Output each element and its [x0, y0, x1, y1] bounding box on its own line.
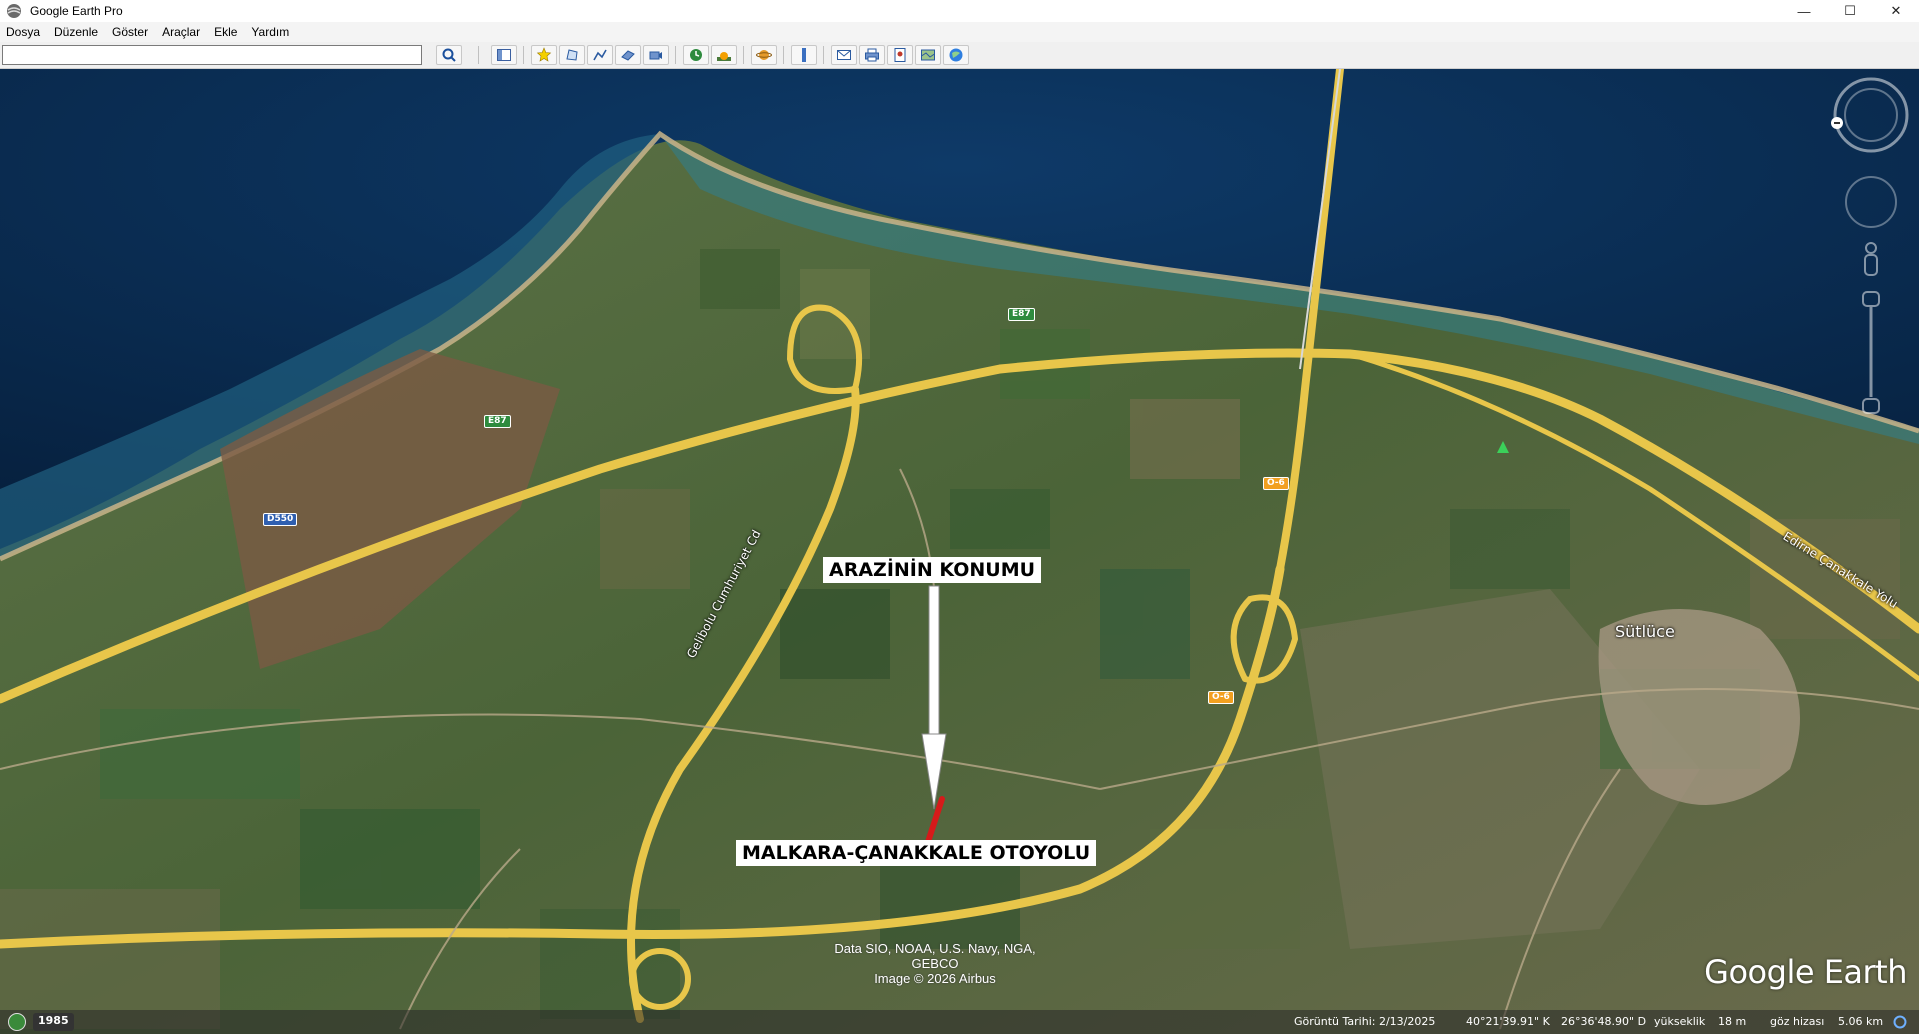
add-image-overlay-button[interactable]	[615, 45, 641, 65]
eye-altitude-label: göz hizası	[1770, 1015, 1825, 1028]
window-title: Google Earth Pro	[30, 4, 123, 18]
latitude-readout: 40°21'39.91" K	[1466, 1015, 1550, 1028]
menu-ekle[interactable]: Ekle	[214, 25, 237, 39]
eye-altitude-value: 5.06 km	[1838, 1015, 1884, 1028]
menu-araclar[interactable]: Araçlar	[162, 25, 200, 39]
navigation-controls[interactable]	[1829, 77, 1913, 422]
save-image-button[interactable]	[887, 45, 913, 65]
sidebar-toggle-button[interactable]	[491, 45, 517, 65]
sidebar-toggle-icon	[497, 49, 511, 61]
north-reset-icon[interactable]	[1831, 117, 1843, 129]
add-placemark-button[interactable]	[531, 45, 557, 65]
google-earth-web-icon	[949, 48, 963, 62]
imagery-date: Görüntü Tarihi: 2/13/2025	[1294, 1015, 1436, 1028]
historical-imagery-icon	[690, 49, 702, 61]
print-button[interactable]	[859, 45, 885, 65]
look-joystick[interactable]	[1833, 77, 1909, 153]
highway-label: MALKARA-ÇANAKKALE OTOYOLU	[736, 840, 1097, 866]
imagery-credits: Data SIO, NOAA, U.S. Navy, NGA, GEBCO Im…	[820, 941, 1050, 986]
email-icon	[837, 50, 851, 60]
elevation-label: yükseklik	[1654, 1015, 1706, 1028]
path-icon	[593, 49, 607, 61]
google-earth-logo: Google Earth	[1704, 953, 1907, 991]
ruler-button[interactable]	[791, 45, 817, 65]
close-button[interactable]: ✕	[1873, 0, 1919, 22]
menu-dosya[interactable]: Dosya	[6, 25, 40, 39]
map-view[interactable]: ARAZİNİN KONUMU MALKARA-ÇANAKKALE OTOYOL…	[0, 69, 1919, 1034]
email-button[interactable]	[831, 45, 857, 65]
town-label[interactable]: Sütlüce	[1615, 622, 1675, 641]
ruler-icon	[802, 48, 806, 62]
planets-icon	[756, 50, 772, 60]
print-icon	[865, 48, 879, 62]
record-tour-button[interactable]	[643, 45, 669, 65]
google-earth-app-icon	[7, 4, 21, 18]
historical-imagery-button[interactable]	[683, 45, 709, 65]
search-button[interactable]	[436, 45, 462, 65]
elevation-value: 18 m	[1718, 1015, 1747, 1028]
search-icon	[442, 48, 456, 62]
zoom-slider[interactable]	[1862, 291, 1880, 414]
satellite-imagery	[0, 69, 1919, 1034]
planets-button[interactable]	[751, 45, 777, 65]
add-polygon-button[interactable]	[559, 45, 585, 65]
road-shield-e87: E87	[484, 415, 511, 428]
toolbar	[0, 42, 1919, 69]
menu-yardim[interactable]: Yardım	[251, 25, 289, 39]
menu-duzenle[interactable]: Düzenle	[54, 25, 98, 39]
street-view-pegman-icon[interactable]	[1864, 242, 1878, 276]
credit-line: Image © 2026 Airbus	[874, 971, 996, 986]
maximize-button[interactable]: ☐	[1827, 0, 1873, 22]
status-bar: 1985 Görüntü Tarihi: 2/13/2025 40°21'39.…	[0, 1010, 1919, 1034]
sunlight-icon	[717, 52, 731, 61]
minimize-button[interactable]: —	[1781, 0, 1827, 22]
menu-goster[interactable]: Göster	[112, 25, 148, 39]
move-joystick[interactable]	[1845, 176, 1897, 228]
save-image-icon	[894, 48, 906, 62]
road-shield-d550: D550	[263, 513, 298, 526]
search-input[interactable]	[2, 45, 422, 65]
longitude-readout: 26°36'48.90" D	[1561, 1015, 1647, 1028]
title-bar: Google Earth Pro — ☐ ✕	[0, 0, 1919, 22]
imagery-year-badge[interactable]: 1985	[33, 1013, 74, 1031]
parcel-location-label: ARAZİNİN KONUMU	[823, 557, 1042, 583]
add-path-button[interactable]	[587, 45, 613, 65]
record-tour-icon	[649, 51, 662, 60]
historical-imagery-toggle[interactable]	[8, 1013, 26, 1031]
placemark-icon	[536, 47, 552, 62]
road-shield-o6: O-6	[1208, 691, 1234, 704]
credit-line: Data SIO, NOAA, U.S. Navy, NGA, GEBCO	[834, 941, 1036, 971]
polygon-icon	[566, 49, 578, 61]
view-in-maps-button[interactable]	[915, 45, 941, 65]
map-icon	[921, 49, 935, 61]
image-overlay-icon	[621, 50, 635, 61]
road-shield-o6: O-6	[1263, 477, 1289, 490]
menu-bar: Dosya Düzenle Göster Araçlar Ekle Yardım	[0, 22, 1919, 42]
road-shield-e87: E87	[1008, 308, 1035, 321]
sunlight-button[interactable]	[711, 45, 737, 65]
loading-status-icon	[1893, 1015, 1907, 1029]
google-earth-web-button[interactable]	[943, 45, 969, 65]
